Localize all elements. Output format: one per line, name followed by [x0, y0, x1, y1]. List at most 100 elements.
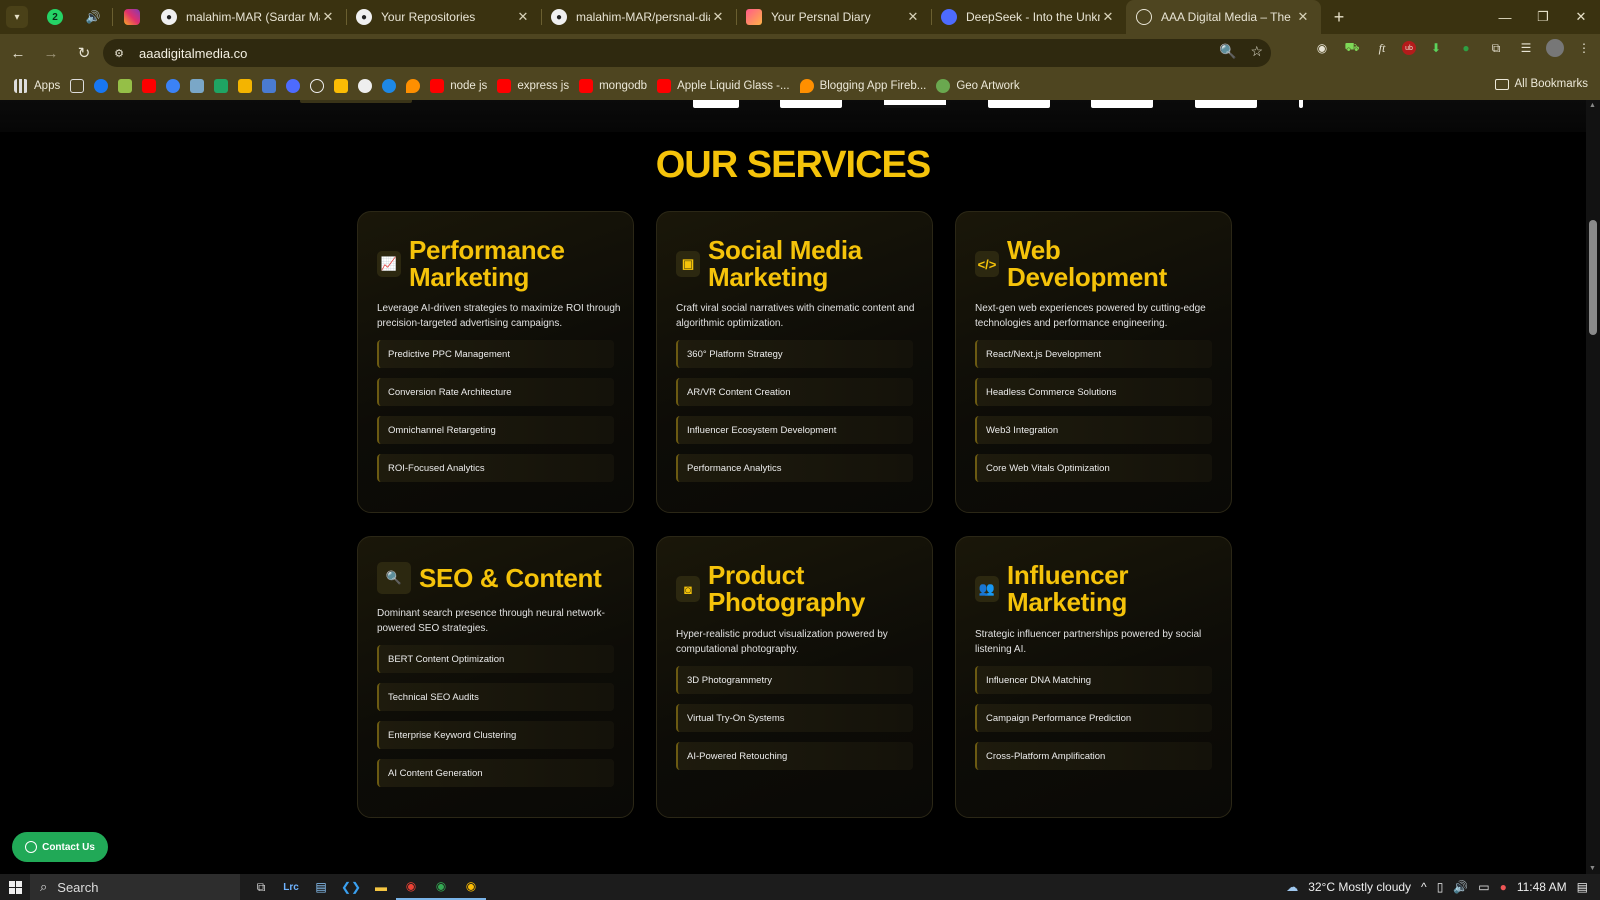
- bookmark-star-icon[interactable]: ☆: [1250, 43, 1263, 60]
- chrome-alt-icon[interactable]: ◉: [456, 874, 486, 900]
- address-bar[interactable]: ⚙ aaadigitalmedia.co 🔍 ☆: [103, 39, 1271, 67]
- chart-line-icon: 📈: [377, 251, 401, 277]
- bookmark-keep[interactable]: [334, 79, 349, 93]
- pinned-tab-whatsapp[interactable]: 2: [36, 0, 74, 34]
- url-text[interactable]: aaadigitalmedia.co: [139, 46, 247, 61]
- deepseek-icon: [941, 9, 957, 25]
- bookmark-express-js[interactable]: express js: [497, 79, 569, 93]
- tab-your-repositories[interactable]: ● Your Repositories ✕: [346, 0, 541, 34]
- bookmark-photos[interactable]: [238, 79, 253, 93]
- new-tab-button[interactable]: +: [1325, 3, 1353, 31]
- reading-list-icon[interactable]: ☰: [1516, 38, 1536, 58]
- card-description: Craft viral social narratives with cinem…: [676, 303, 915, 329]
- notepad-icon[interactable]: ▤: [306, 874, 336, 900]
- service-card-web-development[interactable]: </> Web Development Next-gen web experie…: [955, 211, 1232, 513]
- close-icon[interactable]: ✕: [1100, 9, 1116, 25]
- start-button[interactable]: [0, 874, 30, 900]
- bookmark-node-js[interactable]: node js: [430, 79, 487, 93]
- task-view-icon[interactable]: ⧉: [246, 874, 276, 900]
- screenshot-extension-icon[interactable]: ◉: [1312, 38, 1332, 58]
- extensions-puzzle-icon[interactable]: ⧉: [1486, 38, 1506, 58]
- feature-item: Virtual Try-On Systems: [676, 704, 913, 732]
- file-explorer-icon[interactable]: ▬: [366, 874, 396, 900]
- scrollbar-thumb[interactable]: [1589, 220, 1597, 335]
- notifications-icon[interactable]: ▤: [1577, 880, 1588, 894]
- bookmark-youtube[interactable]: [142, 79, 157, 93]
- tab-search-icon[interactable]: ▾: [6, 6, 28, 28]
- cart-extension-icon[interactable]: ⛟: [1342, 38, 1362, 58]
- bookmark-chatgpt[interactable]: [310, 79, 325, 93]
- page-scrollbar[interactable]: ▲ ▼: [1586, 100, 1600, 874]
- pinned-tab-audio[interactable]: 🔊: [74, 0, 112, 34]
- bookmark-blogging-app[interactable]: Blogging App Fireb...: [799, 79, 926, 93]
- bookmark-label: express js: [517, 80, 570, 92]
- back-button[interactable]: ←: [3, 38, 33, 68]
- ublock-icon[interactable]: ub: [1402, 41, 1416, 55]
- bookmark-facebook[interactable]: [94, 79, 109, 93]
- service-card-social-media-marketing[interactable]: ▣ Social Media Marketing Craft viral soc…: [656, 211, 933, 513]
- minimize-icon[interactable]: —: [1486, 0, 1524, 34]
- close-icon[interactable]: ✕: [320, 9, 336, 25]
- taskbar-search[interactable]: ⌕ Search: [30, 874, 240, 900]
- bookmark-grid-shortcut[interactable]: [70, 79, 85, 93]
- scroll-down-arrow-icon[interactable]: ▼: [1589, 865, 1596, 872]
- code-icon: </>: [975, 251, 999, 277]
- close-icon[interactable]: ✕: [515, 9, 531, 25]
- whatsapp-icon: 2: [47, 9, 63, 25]
- vscode-icon[interactable]: ❮❯: [336, 874, 366, 900]
- tab-persnal-diary[interactable]: Your Persnal Diary ✕: [736, 0, 931, 34]
- device-icon[interactable]: ▯: [1437, 880, 1444, 894]
- bookmark-mongodb[interactable]: mongodb: [579, 79, 647, 93]
- site-info-icon[interactable]: ⚙: [109, 43, 129, 63]
- volume-icon[interactable]: 🔊: [1453, 880, 1468, 894]
- close-icon[interactable]: ✕: [710, 9, 726, 25]
- chrome-profile-icon[interactable]: ◉: [426, 874, 456, 900]
- tab-deepseek[interactable]: DeepSeek - Into the Unknown ✕: [931, 0, 1126, 34]
- forward-button[interactable]: →: [36, 38, 66, 68]
- chrome-icon[interactable]: ◉: [396, 874, 426, 900]
- lightroom-icon[interactable]: Lrc: [276, 874, 306, 900]
- bookmark-tool-t[interactable]: [190, 79, 205, 93]
- bookmark-deepseek[interactable]: [286, 79, 301, 93]
- restore-icon[interactable]: ❐: [1524, 0, 1562, 34]
- card-header: ▣ Social Media Marketing: [676, 237, 908, 291]
- service-card-performance-marketing[interactable]: 📈 Performance Marketing Leverage AI-driv…: [357, 211, 634, 513]
- clock[interactable]: 11:48 AM: [1517, 880, 1567, 894]
- pinned-tab-instagram[interactable]: [113, 0, 151, 34]
- bookmark-apps[interactable]: Apps: [14, 79, 60, 93]
- feature-item: ROI-Focused Analytics: [377, 454, 614, 482]
- service-card-influencer-marketing[interactable]: 👥 Influencer Marketing Strategic influen…: [955, 536, 1232, 818]
- bookmark-blue-circle[interactable]: [382, 79, 397, 93]
- tab-github-diary-repo[interactable]: ● malahim-MAR/persnal-diary-re ✕: [541, 0, 736, 34]
- close-icon[interactable]: ✕: [905, 9, 921, 25]
- close-icon[interactable]: ✕: [1295, 9, 1311, 25]
- leaf-extension-icon[interactable]: ●: [1456, 38, 1476, 58]
- whatsapp-contact-button[interactable]: Contact Us: [12, 832, 108, 862]
- reload-button[interactable]: ↻: [69, 38, 99, 68]
- security-icon[interactable]: ●: [1500, 880, 1507, 894]
- network-icon[interactable]: ▭: [1478, 880, 1489, 894]
- bookmark-geo-artwork[interactable]: Geo Artwork: [936, 79, 1020, 93]
- service-card-seo-content[interactable]: 🔍 SEO & Content Dominant search presence…: [357, 536, 634, 818]
- bookmark-firebase[interactable]: [406, 79, 421, 93]
- bookmark-sheets[interactable]: [214, 79, 229, 93]
- profile-avatar[interactable]: [1546, 39, 1564, 57]
- menu-kebab-icon[interactable]: ⋮: [1574, 38, 1594, 58]
- weather-text[interactable]: 32°C Mostly cloudy: [1308, 880, 1411, 894]
- bookmark-apple-liquid-glass[interactable]: Apple Liquid Glass -...: [657, 79, 790, 93]
- scroll-up-arrow-icon[interactable]: ▲: [1589, 102, 1596, 109]
- zoom-icon[interactable]: 🔍: [1219, 43, 1236, 60]
- tab-github-profile[interactable]: ● malahim-MAR (Sardar Malahim ✕: [151, 0, 346, 34]
- tab-aaa-digital-media[interactable]: AAA Digital Media – The Brand ✕: [1126, 0, 1321, 34]
- bookmark-github[interactable]: [358, 79, 373, 93]
- chevron-up-icon[interactable]: ^: [1421, 880, 1427, 894]
- download-extension-icon[interactable]: ⬇: [1426, 38, 1446, 58]
- bookmark-shopify[interactable]: [118, 79, 133, 93]
- bookmark-wifi-tool[interactable]: [166, 79, 181, 93]
- all-bookmarks-button[interactable]: All Bookmarks: [1494, 78, 1588, 90]
- close-window-icon[interactable]: ✕: [1562, 0, 1600, 34]
- bookmark-tool-blue[interactable]: [262, 79, 277, 93]
- service-card-product-photography[interactable]: ◙ Product Photography Hyper-realistic pr…: [656, 536, 933, 818]
- feature-item: Cross-Platform Amplification: [975, 742, 1212, 770]
- font-extension-icon[interactable]: ft: [1372, 38, 1392, 58]
